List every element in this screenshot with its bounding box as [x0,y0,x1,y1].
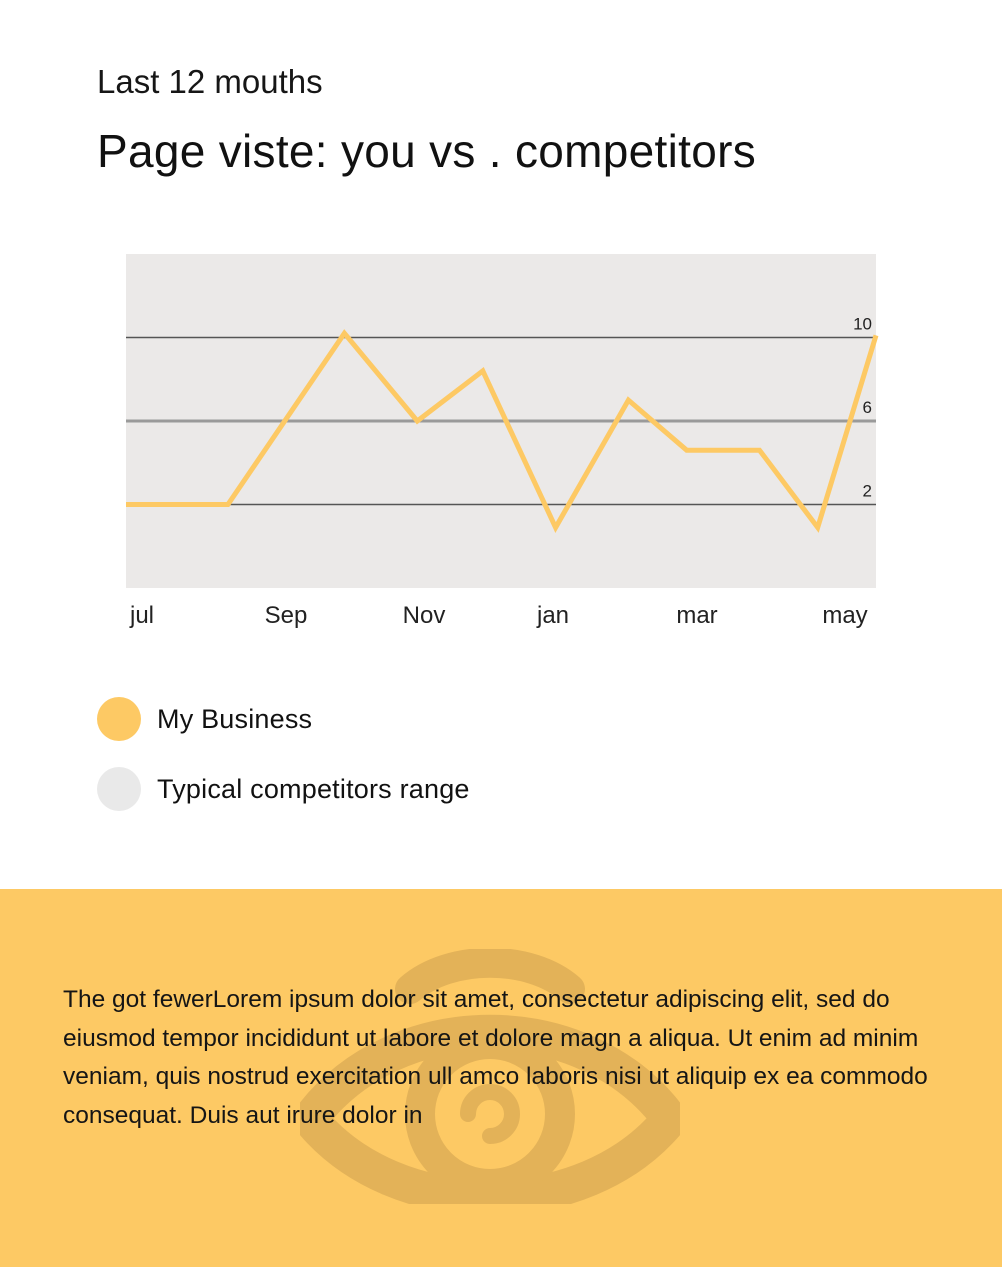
footer-band: The got fewerLorem ipsum dolor sit amet,… [0,889,1002,1267]
legend: My Business Typical competitors range [97,697,470,837]
line-chart: 10 6 2 jul Sep Nov jan mar may [125,254,879,629]
y-tick-label: 6 [863,398,872,417]
legend-label: Typical competitors range [157,773,470,804]
chart-container: 10 6 2 jul Sep Nov jan mar may [0,0,1002,660]
legend-swatch-my-business [97,697,141,741]
page: Last 12 mouths Page viste: you vs . comp… [0,0,1002,1272]
legend-item-competitors: Typical competitors range [97,767,470,811]
x-tick-label: jul [129,602,154,629]
x-tick-label: jan [536,602,569,629]
legend-label: My Business [157,703,313,734]
y-tick-label: 10 [853,315,872,334]
x-tick-label: may [822,602,867,629]
x-tick-label: Nov [403,602,446,629]
legend-swatch-competitors [97,767,141,811]
x-tick-label: Sep [265,602,308,629]
y-tick-label: 2 [863,482,872,501]
x-tick-label: mar [676,602,717,629]
legend-item-my-business: My Business [97,697,470,741]
footer-body-text: The got fewerLorem ipsum dolor sit amet,… [63,986,928,1129]
